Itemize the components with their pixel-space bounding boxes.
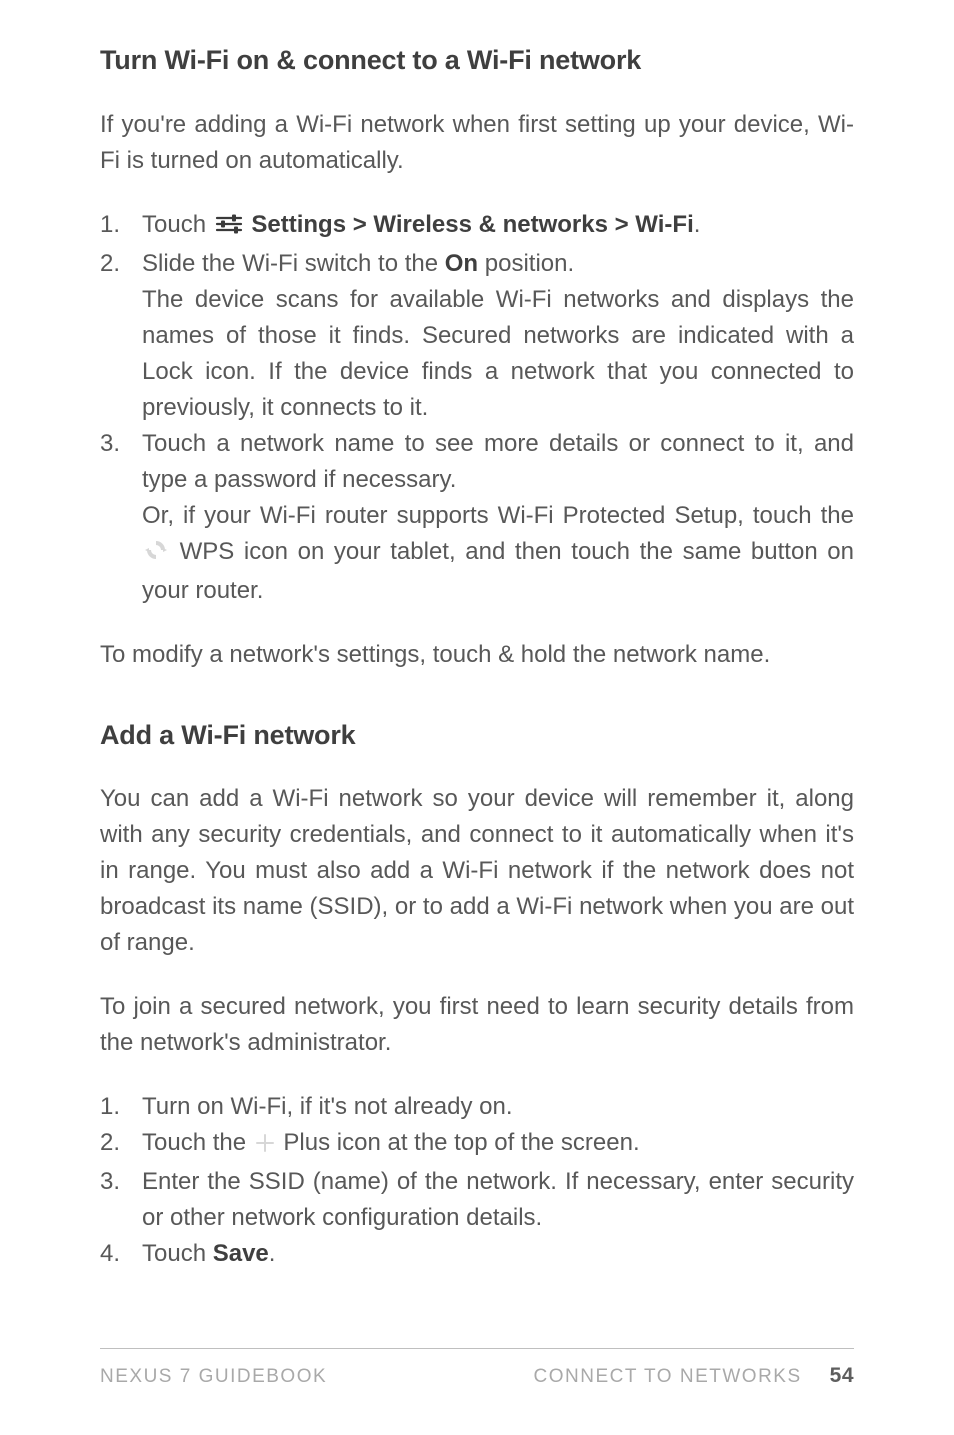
step3-text-b2: WPS icon on your tablet, and then touch …	[142, 538, 854, 604]
list-item: Touch Save.	[100, 1236, 854, 1272]
step2-text-a: Slide the Wi-Fi switch to the	[142, 250, 445, 277]
plus-icon	[255, 1128, 275, 1164]
heading-add-wifi: Add a Wi-Fi network	[100, 715, 854, 756]
step1-text-a: Touch	[142, 211, 213, 238]
step4-text-c: .	[269, 1240, 276, 1267]
footer-divider	[100, 1348, 854, 1349]
step3-detail: Or, if your Wi-Fi router supports Wi-Fi …	[142, 498, 854, 609]
intro-para-1: If you're adding a Wi-Fi network when fi…	[100, 107, 854, 179]
step2b-text-b: Plus icon at the top of the screen.	[277, 1129, 640, 1156]
outro-para-1: To modify a network's settings, touch & …	[100, 637, 854, 673]
intro-para-2b: To join a secured network, you first nee…	[100, 989, 854, 1061]
step4-text-b: Save	[213, 1240, 269, 1267]
step2-text-c: position.	[478, 250, 574, 277]
step4-text-a: Touch	[142, 1240, 213, 1267]
footer-section-title: CONNECT TO NETWORKS	[534, 1363, 802, 1392]
step2-detail: The device scans for available Wi-Fi net…	[142, 282, 854, 426]
step2-text-b: On	[445, 250, 478, 277]
step1-text-b: Settings > Wireless & networks > Wi-Fi	[245, 211, 694, 238]
page-number: 54	[830, 1360, 854, 1392]
wps-rotate-icon	[144, 537, 168, 573]
page-footer: NEXUS 7 GUIDEBOOK CONNECT TO NETWORKS 54	[100, 1360, 854, 1392]
step3-text-b1: Or, if your Wi-Fi router supports Wi-Fi …	[142, 502, 854, 529]
footer-book-title: NEXUS 7 GUIDEBOOK	[100, 1363, 327, 1392]
step2b-text-a: Touch the	[142, 1129, 253, 1156]
list-item: Enter the SSID (name) of the network. If…	[100, 1164, 854, 1236]
list-item: Slide the Wi-Fi switch to the On positio…	[100, 246, 854, 426]
list-item: Touch Settings > Wireless & networks > W…	[100, 207, 854, 246]
list-item: Touch a network name to see more details…	[100, 426, 854, 609]
steps-list-1: Touch Settings > Wireless & networks > W…	[100, 207, 854, 609]
step1-text-c: .	[694, 211, 701, 238]
step3-text-a: Touch a network name to see more details…	[142, 426, 854, 498]
intro-para-2a: You can add a Wi-Fi network so your devi…	[100, 781, 854, 961]
steps-list-2: Turn on Wi-Fi, if it's not already on. T…	[100, 1089, 854, 1272]
list-item: Touch the Plus icon at the top of the sc…	[100, 1125, 854, 1164]
heading-turn-wifi-on: Turn Wi-Fi on & connect to a Wi-Fi netwo…	[100, 40, 854, 81]
list-item: Turn on Wi-Fi, if it's not already on.	[100, 1089, 854, 1125]
settings-sliders-icon	[215, 210, 243, 246]
